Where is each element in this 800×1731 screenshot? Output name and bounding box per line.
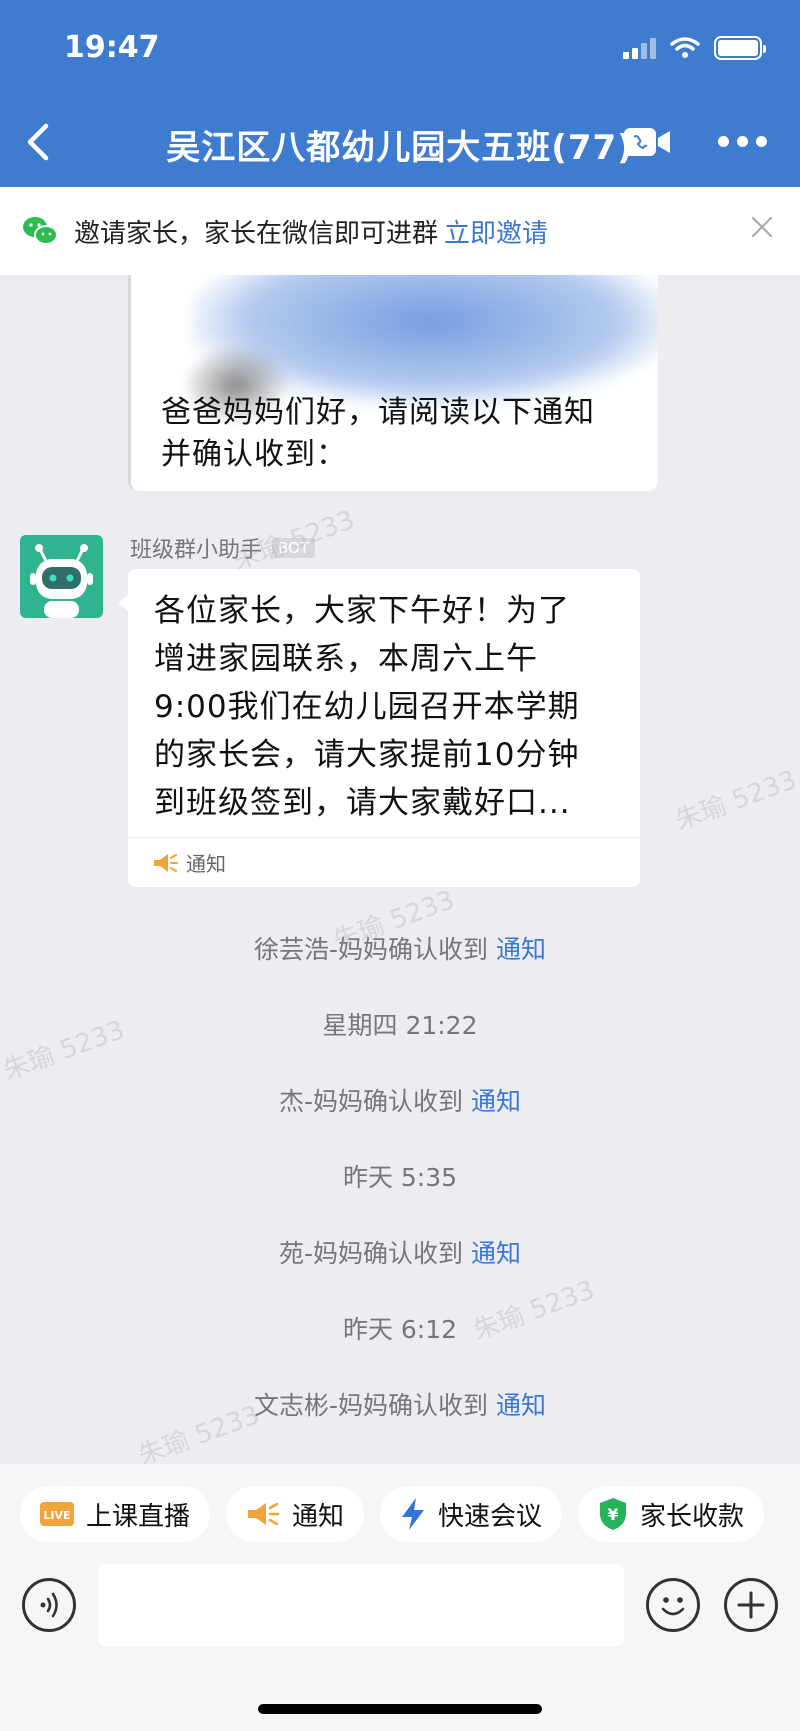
message-line: 并确认收到： <box>161 437 347 472</box>
chip-label: 通知 <box>292 1501 345 1532</box>
battery-icon <box>714 36 766 60</box>
bottom-toolbar: LIVE 上课直播 通知 快速会议 ¥ 家长收款 <box>0 1464 800 1731</box>
notice-link[interactable]: 通知 <box>496 935 546 964</box>
svg-text:¥: ¥ <box>607 1505 618 1524</box>
chip-label: 快速会议 <box>438 1501 543 1532</box>
live-icon: LIVE <box>40 1502 74 1526</box>
notice-card[interactable]: 各位家长，大家下午好！为了 增进家园联系，本周六上午 9:00我们在幼儿园召开本… <box>118 569 640 887</box>
status-time: 19:47 <box>64 30 160 65</box>
close-icon[interactable] <box>750 215 774 239</box>
confirm-receipt-message: 徐芸浩-妈妈确认收到 通知 <box>0 930 800 966</box>
confirm-receipt-message: 苑-妈妈确认收到 通知 <box>0 1234 800 1270</box>
notice-label: 通知 <box>186 852 226 876</box>
timestamp: 星期四 21:22 <box>322 1011 478 1040</box>
notice-link[interactable]: 通知 <box>471 1087 521 1116</box>
sender-label: 班级群小助手 <box>130 538 263 563</box>
message-line: 增进家园联系，本周六上午 <box>154 641 538 677</box>
bot-avatar[interactable] <box>20 535 103 618</box>
confirm-text: 苑-妈妈确认收到 <box>279 1239 464 1268</box>
timestamp: 昨天 6:12 <box>342 1315 458 1344</box>
live-class-button[interactable]: LIVE 上课直播 <box>20 1486 211 1542</box>
confirm-receipt-message: 文志彬-妈妈确认收到 通知 <box>0 1386 800 1422</box>
invite-banner: 邀请家长，家长在微信即可进群 立即邀请 <box>0 187 800 275</box>
message-line: 到班级签到，请大家戴好口... <box>154 785 571 821</box>
parent-payment-button[interactable]: ¥ 家长收款 <box>578 1486 765 1542</box>
message-line: 9:00我们在幼儿园召开本学期 <box>154 689 580 725</box>
message-line: 各位家长，大家下午好！为了 <box>154 593 570 629</box>
video-call-icon[interactable] <box>622 124 672 160</box>
cellular-signal-icon <box>623 37 656 59</box>
message-input[interactable] <box>98 1564 624 1646</box>
lightning-icon <box>402 1498 425 1530</box>
wifi-icon <box>670 37 700 58</box>
wechat-icon <box>23 217 58 245</box>
timestamp: 昨天 5:35 <box>342 1163 458 1192</box>
voice-icon <box>40 1592 58 1618</box>
voice-input-button[interactable] <box>22 1578 76 1632</box>
megaphone-icon <box>248 1502 280 1526</box>
confirm-text: 杰-妈妈确认收到 <box>279 1087 464 1116</box>
robot-icon <box>30 544 93 618</box>
chat-title: 吴江区八都幼儿园大五班(77) <box>166 128 634 168</box>
bot-badge: BOT <box>272 538 316 558</box>
notice-button[interactable]: 通知 <box>226 1486 365 1542</box>
payment-shield-icon: ¥ <box>600 1498 627 1530</box>
emoji-icon <box>661 1597 685 1616</box>
plus-icon <box>737 1591 765 1619</box>
watermark: 朱瑜 5233 <box>671 765 800 837</box>
confirm-text: 徐芸浩-妈妈确认收到 <box>254 935 489 964</box>
quick-actions: LIVE 上课直播 通知 快速会议 ¥ 家长收款 <box>20 1486 765 1542</box>
sender-name: 班级群小助手 BOT <box>130 532 316 564</box>
emoji-button[interactable] <box>646 1578 700 1632</box>
svg-text:LIVE: LIVE <box>43 1509 70 1522</box>
notice-link[interactable]: 通知 <box>496 1391 546 1420</box>
message-line: 的家长会，请大家提前10分钟 <box>154 737 580 773</box>
chip-label: 家长收款 <box>640 1501 745 1532</box>
notice-link[interactable]: 通知 <box>471 1239 521 1268</box>
confirm-receipt-message: 杰-妈妈确认收到 通知 <box>0 1082 800 1118</box>
chip-label: 上课直播 <box>86 1501 191 1532</box>
notice-card-text: 各位家长，大家下午好！为了 增进家园联系，本周六上午 9:00我们在幼儿园召开本… <box>154 587 618 827</box>
message-line: 爸爸妈妈们好，请阅读以下通知 <box>161 395 595 430</box>
input-row <box>0 1564 800 1650</box>
confirm-text: 文志彬-妈妈确认收到 <box>254 1391 489 1420</box>
megaphone-icon <box>154 853 178 872</box>
more-icon[interactable] <box>718 136 768 150</box>
invite-now-link[interactable]: 立即邀请 <box>444 213 548 250</box>
quick-meeting-button[interactable]: 快速会议 <box>380 1486 563 1542</box>
previous-message-bubble[interactable]: 爸爸妈妈们好，请阅读以下通知 并确认收到： <box>128 275 658 491</box>
home-indicator <box>258 1704 542 1714</box>
chat-header: 19:47 吴江区八都幼儿园大五班(77) <box>0 0 800 187</box>
status-icons <box>623 36 766 60</box>
invite-text: 邀请家长，家长在微信即可进群 <box>74 218 439 249</box>
more-actions-button[interactable] <box>724 1578 778 1632</box>
notice-card-footer: 通知 <box>128 837 640 887</box>
